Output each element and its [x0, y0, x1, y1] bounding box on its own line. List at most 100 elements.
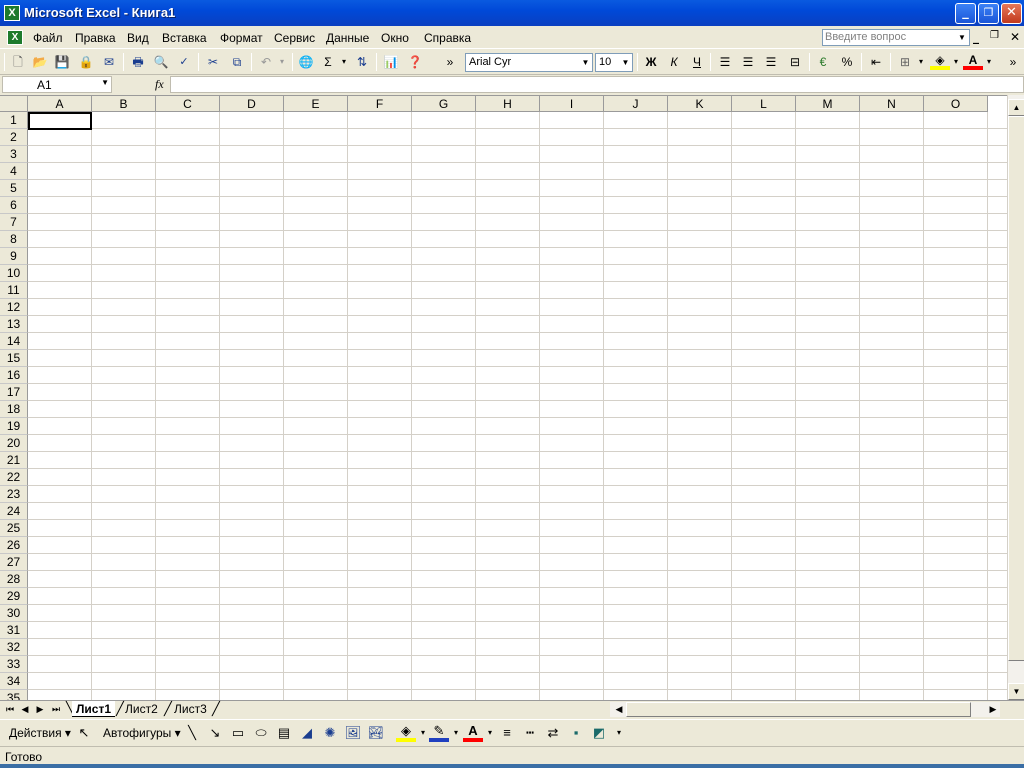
help-icon[interactable]: ❓	[405, 53, 425, 71]
row-header-5[interactable]: 5	[0, 180, 28, 197]
cut-icon[interactable]: ✂	[203, 53, 223, 71]
row-header-31[interactable]: 31	[0, 622, 28, 639]
column-header-A[interactable]: A	[28, 96, 92, 112]
actions-menu[interactable]: Действия ▾	[9, 726, 71, 740]
row-header-14[interactable]: 14	[0, 333, 28, 350]
menu-file[interactable]: Файл	[33, 31, 63, 45]
row-header-2[interactable]: 2	[0, 129, 28, 146]
row-header-35[interactable]: 35	[0, 690, 28, 700]
row-header-6[interactable]: 6	[0, 197, 28, 214]
doc-restore-button[interactable]: ❐	[990, 30, 999, 41]
insert-picture-icon[interactable]: 🏞	[366, 724, 386, 742]
column-header-O[interactable]: O	[924, 96, 988, 112]
active-cell[interactable]	[28, 112, 92, 130]
permission-icon[interactable]: 🔒	[76, 53, 96, 71]
select-all-corner[interactable]	[0, 96, 28, 112]
fx-icon[interactable]: fx	[155, 77, 164, 92]
vertical-scrollbar[interactable]: ▲ ▼	[1007, 95, 1024, 700]
column-header-L[interactable]: L	[732, 96, 796, 112]
row-header-30[interactable]: 30	[0, 605, 28, 622]
menu-help[interactable]: Справка	[424, 31, 471, 45]
hyperlink-icon[interactable]: 🌐	[296, 53, 316, 71]
sheet-tab-2[interactable]: Лист2	[121, 701, 162, 717]
row-header-21[interactable]: 21	[0, 452, 28, 469]
close-button[interactable]: ✕	[1001, 3, 1022, 24]
row-header-17[interactable]: 17	[0, 384, 28, 401]
borders-dropdown-icon[interactable]: ▾	[911, 53, 931, 71]
merge-center-icon[interactable]: ⊟	[785, 53, 805, 71]
diagram-icon[interactable]: ✺	[320, 724, 340, 742]
scroll-right-icon[interactable]: ▶	[986, 702, 1000, 716]
formula-input[interactable]	[170, 76, 1024, 93]
sort-ascending-icon[interactable]: ⇅	[352, 53, 372, 71]
column-header-C[interactable]: C	[156, 96, 220, 112]
cells-area[interactable]	[28, 112, 1007, 700]
column-header-K[interactable]: K	[668, 96, 732, 112]
menu-view[interactable]: Вид	[127, 31, 149, 45]
column-header-F[interactable]: F	[348, 96, 412, 112]
autoshapes-menu[interactable]: Автофигуры ▾	[103, 726, 181, 740]
row-header-24[interactable]: 24	[0, 503, 28, 520]
row-header-3[interactable]: 3	[0, 146, 28, 163]
row-header-7[interactable]: 7	[0, 214, 28, 231]
line-style-icon[interactable]: ≡	[497, 724, 517, 742]
restore-button[interactable]: ❐	[978, 3, 999, 24]
spelling-icon[interactable]: ✓	[174, 53, 194, 71]
column-header-N[interactable]: N	[860, 96, 924, 112]
row-header-1[interactable]: 1	[0, 112, 28, 129]
column-header-D[interactable]: D	[220, 96, 284, 112]
open-icon[interactable]: 📂	[30, 53, 50, 71]
row-header-32[interactable]: 32	[0, 639, 28, 656]
column-header-M[interactable]: M	[796, 96, 860, 112]
bold-button[interactable]: Ж	[641, 53, 661, 71]
3d-style-icon[interactable]: ◩	[589, 724, 609, 742]
menu-window[interactable]: Окно	[381, 31, 409, 45]
row-header-18[interactable]: 18	[0, 401, 28, 418]
toolbar-overflow-icon[interactable]: »	[1006, 53, 1020, 71]
row-header-15[interactable]: 15	[0, 350, 28, 367]
row-header-13[interactable]: 13	[0, 316, 28, 333]
copy-icon[interactable]: ⧉	[227, 53, 247, 71]
doc-minimize-button[interactable]: _	[973, 30, 979, 44]
workbook-icon[interactable]: X	[7, 30, 23, 45]
chevron-down-icon[interactable]: ▼	[620, 55, 631, 70]
clip-art-icon[interactable]: 🖼	[343, 724, 363, 742]
autosum-dropdown-icon[interactable]: ▾	[334, 53, 354, 71]
scroll-up-icon[interactable]: ▲	[1008, 99, 1024, 116]
row-header-20[interactable]: 20	[0, 435, 28, 452]
row-header-26[interactable]: 26	[0, 537, 28, 554]
row-header-27[interactable]: 27	[0, 554, 28, 571]
undo-dropdown-icon[interactable]: ▾	[272, 53, 292, 71]
row-header-34[interactable]: 34	[0, 673, 28, 690]
align-left-icon[interactable]: ☰	[715, 53, 735, 71]
menu-data[interactable]: Данные	[326, 31, 369, 45]
font-name-select[interactable]: Arial Cyr ▼	[465, 53, 593, 72]
chart-wizard-icon[interactable]: 📊	[381, 53, 401, 71]
oval-icon[interactable]: ⬭	[251, 724, 271, 742]
font-size-select[interactable]: 10 ▼	[595, 53, 633, 72]
column-header-I[interactable]: I	[540, 96, 604, 112]
row-header-4[interactable]: 4	[0, 163, 28, 180]
arrow-style-icon[interactable]: ⇄	[543, 724, 563, 742]
row-header-10[interactable]: 10	[0, 265, 28, 282]
toolbar-overflow-icon[interactable]: »	[440, 53, 460, 71]
row-header-19[interactable]: 19	[0, 418, 28, 435]
row-header-29[interactable]: 29	[0, 588, 28, 605]
sheet-tab-1[interactable]: Лист1	[72, 701, 116, 717]
toolbar-options-icon[interactable]: ▾	[609, 724, 629, 742]
first-sheet-icon[interactable]: ⏮	[3, 702, 17, 716]
next-sheet-icon[interactable]: ▶	[33, 702, 47, 716]
horizontal-scrollbar[interactable]: ◀ ▶	[610, 702, 1000, 717]
column-header-H[interactable]: H	[476, 96, 540, 112]
row-header-11[interactable]: 11	[0, 282, 28, 299]
last-sheet-icon[interactable]: ⏭	[49, 702, 63, 716]
row-header-22[interactable]: 22	[0, 469, 28, 486]
vertical-scroll-thumb[interactable]	[1008, 116, 1024, 661]
menu-insert[interactable]: Вставка	[162, 31, 207, 45]
excel-app-icon[interactable]: X	[4, 5, 20, 21]
align-right-icon[interactable]: ☰	[761, 53, 781, 71]
font-color-dropdown-icon[interactable]: ▾	[979, 53, 999, 71]
new-icon[interactable]: 🗋	[8, 53, 28, 71]
menu-format[interactable]: Формат	[220, 31, 263, 45]
wordart-icon[interactable]: ◢	[297, 724, 317, 742]
